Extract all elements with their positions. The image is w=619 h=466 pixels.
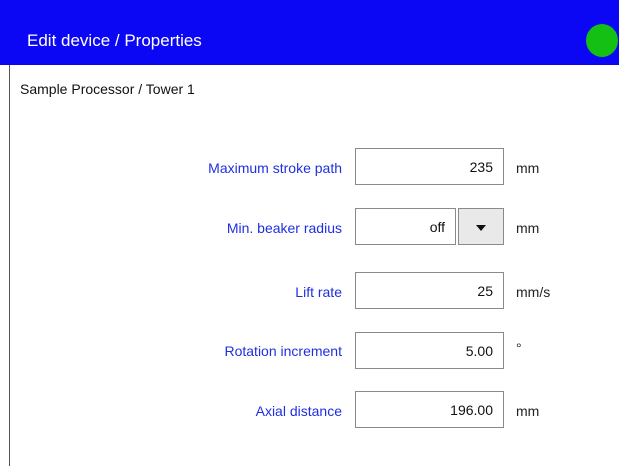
max-stroke-label: Maximum stroke path — [208, 160, 342, 176]
title-bar: Edit device / Properties — [0, 0, 619, 65]
min-beaker-radius-label: Min. beaker radius — [226, 220, 342, 236]
lift-rate-unit: mm/s — [516, 284, 551, 300]
min-beaker-radius-select[interactable]: off — [355, 208, 456, 245]
rotation-increment-label: Rotation increment — [224, 343, 342, 359]
device-path: Sample Processor / Tower 1 — [20, 81, 195, 97]
lift-rate-label: Lift rate — [295, 284, 342, 300]
axial-distance-input[interactable]: 196.00 — [355, 391, 504, 428]
chevron-down-icon — [476, 225, 486, 231]
status-light-icon — [586, 24, 618, 57]
min-beaker-radius-value: off — [429, 219, 445, 235]
lift-rate-input[interactable]: 25 — [355, 272, 504, 309]
min-beaker-radius-unit: mm — [516, 220, 540, 236]
min-beaker-radius-dropdown-button[interactable] — [458, 208, 504, 245]
left-divider — [9, 65, 10, 466]
lift-rate-value: 25 — [477, 283, 493, 299]
window-title: Edit device / Properties — [27, 31, 202, 50]
axial-distance-unit: mm — [516, 403, 540, 419]
rotation-increment-unit: ° — [516, 340, 522, 356]
axial-distance-label: Axial distance — [255, 403, 342, 419]
max-stroke-input[interactable]: 235 — [355, 148, 504, 185]
rotation-increment-input[interactable]: 5.00 — [355, 332, 504, 369]
max-stroke-value: 235 — [469, 159, 493, 175]
axial-distance-value: 196.00 — [450, 402, 493, 418]
rotation-increment-value: 5.00 — [465, 343, 493, 359]
max-stroke-unit: mm — [516, 160, 540, 176]
